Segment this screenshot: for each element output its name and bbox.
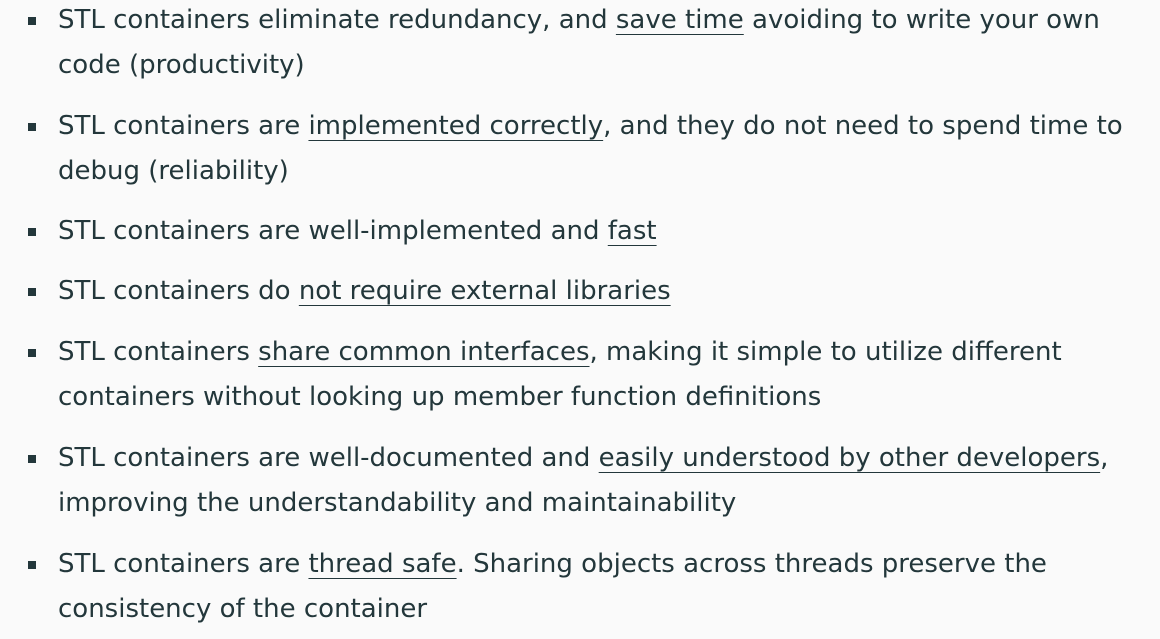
square-bullet-icon bbox=[28, 17, 36, 25]
square-bullet-icon bbox=[28, 228, 36, 236]
bullet-emphasis: easily understood by other developers bbox=[598, 443, 1101, 473]
bullet-emphasis: fast bbox=[607, 216, 657, 246]
bullet-emphasis: implemented correctly bbox=[308, 111, 604, 141]
bullet-item-thread-safe: STL containers are thread safe. Sharing … bbox=[28, 542, 1158, 632]
bullet-emphasis: thread safe bbox=[308, 549, 457, 579]
square-bullet-icon bbox=[28, 561, 36, 569]
bullet-item-fast: STL containers are well-implemented and … bbox=[28, 209, 1158, 254]
bullet-text: STL containers are well-implemented and bbox=[58, 216, 608, 246]
square-bullet-icon bbox=[28, 123, 36, 131]
square-bullet-icon bbox=[28, 349, 36, 357]
bullet-text: STL containers are bbox=[58, 111, 309, 141]
bullet-text: STL containers bbox=[58, 337, 259, 367]
bullet-emphasis: save time bbox=[615, 5, 744, 35]
bullet-item-documentation: STL containers are well-documented and e… bbox=[28, 436, 1158, 526]
bullet-text: STL containers are bbox=[58, 549, 309, 579]
bullet-emphasis: not require external libraries bbox=[298, 276, 671, 306]
bullet-text: STL containers do bbox=[58, 276, 299, 306]
bullet-item-no-external-libraries: STL containers do not require external l… bbox=[28, 269, 1158, 314]
bullet-text: STL containers are well-documented and bbox=[58, 443, 599, 473]
bullet-emphasis: share common interfaces bbox=[258, 337, 590, 367]
bullet-item-productivity: STL containers eliminate redundancy, and… bbox=[28, 0, 1158, 88]
bullet-text: STL containers eliminate redundancy, and bbox=[58, 5, 616, 35]
bullet-item-reliability: STL containers are implemented correctly… bbox=[28, 104, 1158, 194]
square-bullet-icon bbox=[28, 455, 36, 463]
bullet-item-common-interfaces: STL containers share common interfaces, … bbox=[28, 330, 1158, 420]
square-bullet-icon bbox=[28, 288, 36, 296]
